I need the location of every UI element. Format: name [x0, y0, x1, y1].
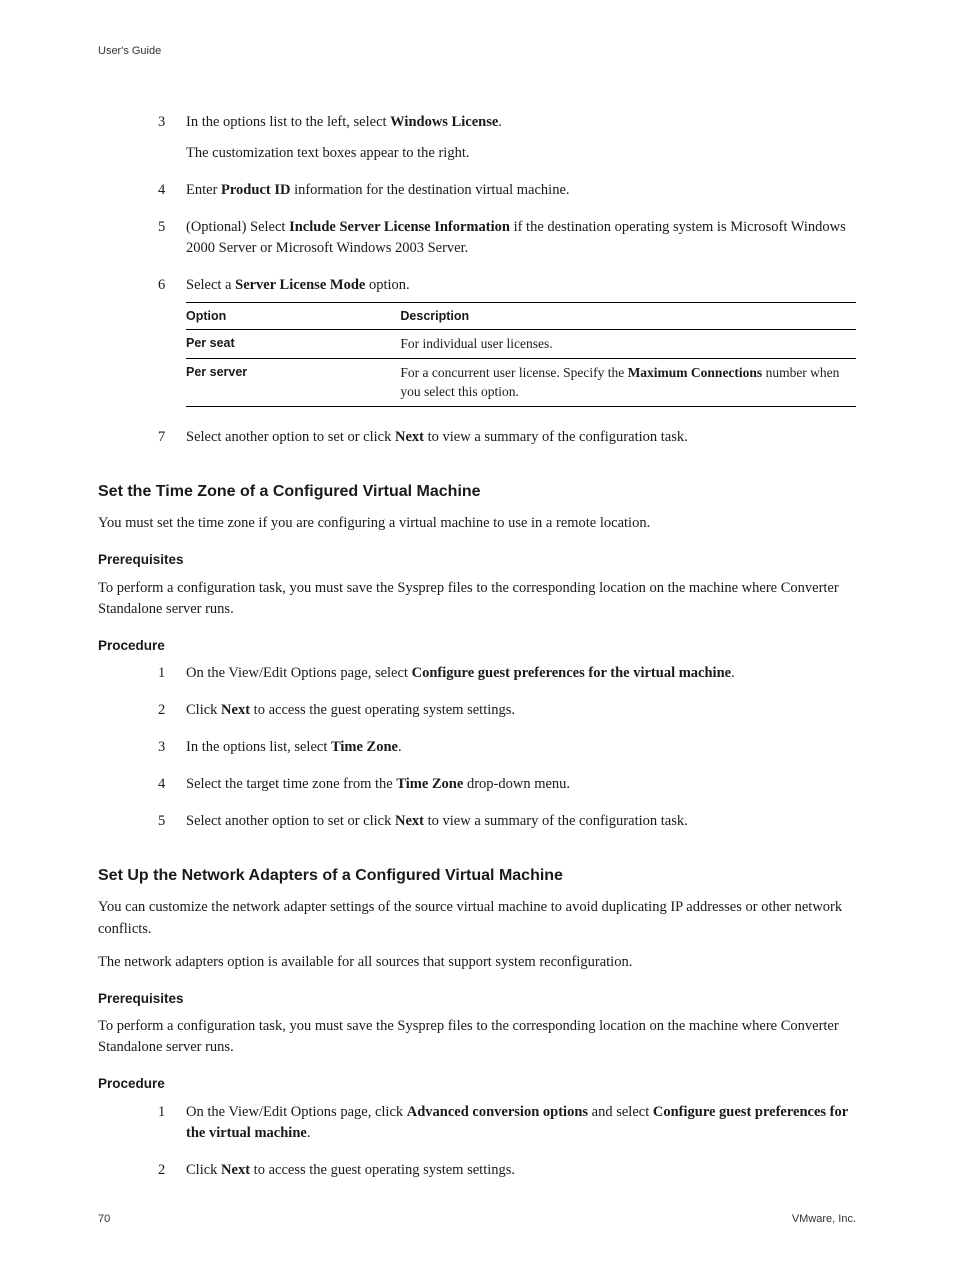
step-text: Select a Server License Mode option. [186, 275, 856, 296]
step-text: On the View/Edit Options page, click Adv… [186, 1102, 856, 1144]
step-number: 5 [158, 811, 186, 836]
procedure-steps-a: 3 In the options list to the left, selec… [158, 112, 856, 452]
step-item: 1 On the View/Edit Options page, click A… [158, 1102, 856, 1148]
step-item: 3 In the options list to the left, selec… [158, 112, 856, 168]
step-number: 5 [158, 217, 186, 263]
section-heading-network: Set Up the Network Adapters of a Configu… [98, 864, 856, 887]
step-number: 1 [158, 663, 186, 688]
step-number: 3 [158, 112, 186, 168]
prerequisites-heading: Prerequisites [98, 550, 856, 570]
table-header-option: Option [186, 303, 400, 330]
option-description: For individual user licenses. [400, 330, 856, 359]
step-item: 5 (Optional) Select Include Server Licen… [158, 217, 856, 263]
procedure-steps-tz: 1 On the View/Edit Options page, select … [158, 663, 856, 836]
footer-company: VMware, Inc. [792, 1212, 856, 1228]
step-number: 6 [158, 275, 186, 415]
step-number: 2 [158, 1160, 186, 1185]
procedure-steps-net: 1 On the View/Edit Options page, click A… [158, 1102, 856, 1185]
step-number: 3 [158, 737, 186, 762]
step-text: (Optional) Select Include Server License… [186, 217, 856, 259]
step-number: 4 [158, 180, 186, 205]
step-text: Select another option to set or click Ne… [186, 811, 856, 832]
section-heading-timezone: Set the Time Zone of a Configured Virtua… [98, 480, 856, 503]
prerequisites-heading: Prerequisites [98, 989, 856, 1009]
step-item: 2 Click Next to access the guest operati… [158, 1160, 856, 1185]
page-number: 70 [98, 1212, 110, 1228]
table-header-row: Option Description [186, 303, 856, 330]
section-intro: You can customize the network adapter se… [98, 897, 856, 939]
step-item: 4 Enter Product ID information for the d… [158, 180, 856, 205]
step-item: 4 Select the target time zone from the T… [158, 774, 856, 799]
procedure-heading: Procedure [98, 636, 856, 656]
step-item: 5 Select another option to set or click … [158, 811, 856, 836]
prerequisites-text: To perform a configuration task, you mus… [98, 1016, 856, 1058]
section-intro: The network adapters option is available… [98, 952, 856, 973]
page-content: 3 In the options list to the left, selec… [98, 112, 856, 1185]
section-intro: You must set the time zone if you are co… [98, 513, 856, 534]
step-item: 1 On the View/Edit Options page, select … [158, 663, 856, 688]
table-header-description: Description [400, 303, 856, 330]
step-text: On the View/Edit Options page, select Co… [186, 663, 856, 684]
step-number: 2 [158, 700, 186, 725]
prerequisites-text: To perform a configuration task, you mus… [98, 578, 856, 620]
procedure-heading: Procedure [98, 1074, 856, 1094]
options-table: Option Description Per seat For individu… [186, 302, 856, 407]
step-text: Select the target time zone from the Tim… [186, 774, 856, 795]
step-item: 7 Select another option to set or click … [158, 427, 856, 452]
step-item: 2 Click Next to access the guest operati… [158, 700, 856, 725]
step-item: 3 In the options list, select Time Zone. [158, 737, 856, 762]
step-item: 6 Select a Server License Mode option. O… [158, 275, 856, 415]
step-text: In the options list, select Time Zone. [186, 737, 856, 758]
page-footer: 70 VMware, Inc. [98, 1212, 856, 1228]
step-number: 4 [158, 774, 186, 799]
step-subtext: The customization text boxes appear to t… [186, 143, 856, 164]
option-name: Per server [186, 358, 400, 406]
step-number: 7 [158, 427, 186, 452]
step-text: Click Next to access the guest operating… [186, 1160, 856, 1181]
step-number: 1 [158, 1102, 186, 1148]
table-row: Per server For a concurrent user license… [186, 358, 856, 406]
step-text: In the options list to the left, select … [186, 112, 856, 133]
step-text: Select another option to set or click Ne… [186, 427, 856, 448]
table-row: Per seat For individual user licenses. [186, 330, 856, 359]
option-description: For a concurrent user license. Specify t… [400, 358, 856, 406]
step-text: Click Next to access the guest operating… [186, 700, 856, 721]
page-header: User's Guide [98, 44, 856, 60]
option-name: Per seat [186, 330, 400, 359]
step-text: Enter Product ID information for the des… [186, 180, 856, 201]
